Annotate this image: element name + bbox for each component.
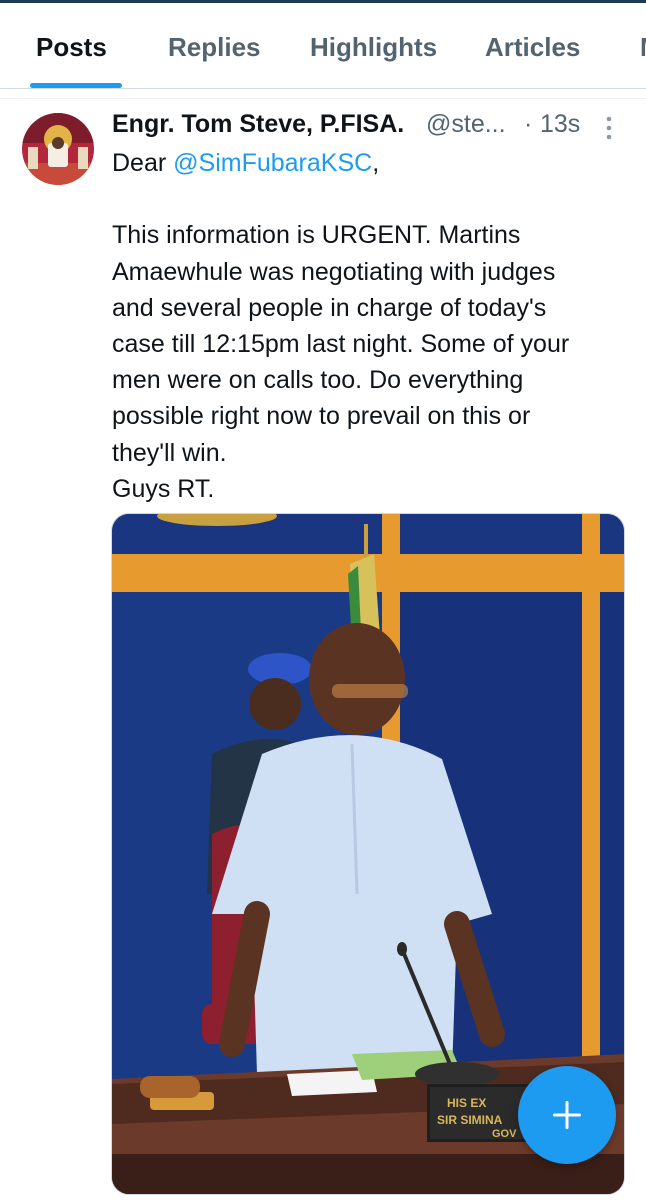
text-line: and several people in charge of today's [112, 293, 547, 322]
mention-link[interactable]: @SimFubaraKSC [173, 149, 372, 177]
avatar[interactable] [22, 113, 94, 185]
text-line: case till 12:15pm last night. Some of yo… [112, 329, 570, 358]
tab-posts[interactable]: Posts [36, 32, 107, 63]
separator-dot: · [524, 110, 533, 138]
greeting-suffix: , [372, 149, 380, 177]
nameplate-line2: SIR SIMINA [437, 1113, 503, 1127]
text-line: Guys RT. [112, 474, 215, 503]
divider [0, 98, 646, 99]
post-timestamp[interactable]: 13s [540, 110, 580, 139]
tab-articles[interactable]: Articles [485, 32, 580, 63]
text-line: they'll win. [112, 438, 227, 467]
text-line: Amaewhule was negotiating with judges [112, 257, 556, 286]
active-tab-indicator [30, 83, 122, 88]
compose-plus-icon[interactable] [518, 1066, 616, 1164]
author-handle[interactable]: @ste... [426, 110, 506, 139]
profile-tabs: Posts Replies Highlights Articles M [0, 3, 646, 89]
nameplate-line3: GOV [492, 1128, 517, 1140]
tab-highlights[interactable]: Highlights [310, 32, 437, 63]
greeting-prefix: Dear [112, 149, 174, 177]
post-header: Engr. Tom Steve, P.FISA. @ste... · 13s [112, 110, 632, 144]
text-line: This information is URGENT. Martins [112, 221, 521, 250]
tab-replies[interactable]: Replies [168, 32, 261, 63]
tab-media-partial[interactable]: M [640, 32, 646, 63]
more-vertical-icon[interactable] [606, 116, 612, 140]
nameplate-line1: HIS EX [447, 1096, 486, 1110]
text-line: men were on calls too. Do everything [112, 366, 524, 395]
text-line: possible right now to prevail on this or [112, 402, 531, 431]
post-text: Dear @SimFubaraKSC, This information is … [112, 145, 632, 507]
greeting-line: Dear @SimFubaraKSC, [112, 145, 632, 181]
author-name[interactable]: Engr. Tom Steve, P.FISA. [112, 110, 404, 139]
